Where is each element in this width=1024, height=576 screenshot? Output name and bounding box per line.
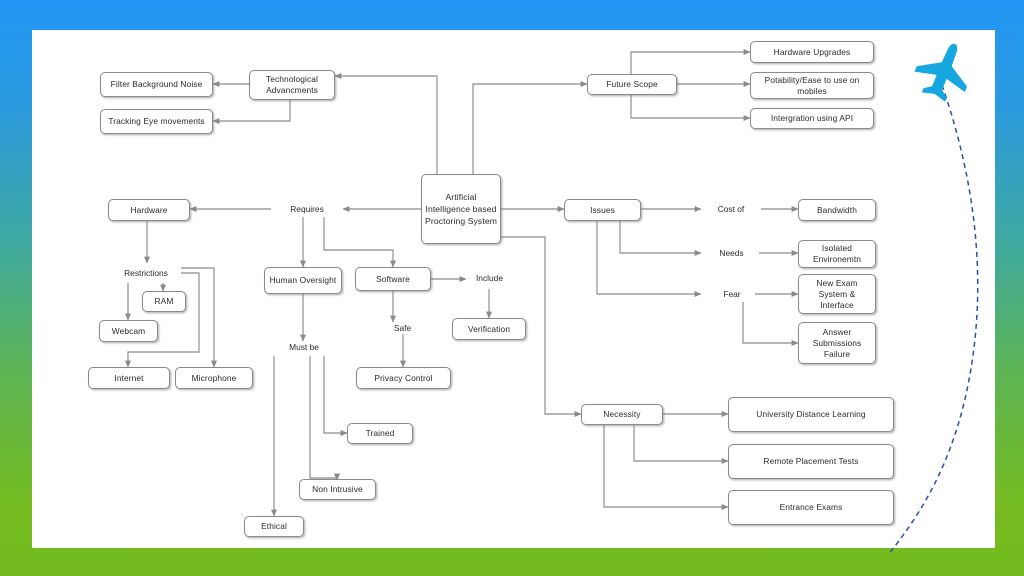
node-hardware-upgrades[interactable]: Hardware Upgrades: [750, 41, 874, 63]
node-center[interactable]: Artificial Intelligence based Proctoring…: [421, 174, 501, 244]
node-future-scope[interactable]: Future Scope: [587, 74, 677, 95]
edge-label-cost-of: Cost of: [717, 203, 745, 214]
node-potability-ease-to-use-on-mobiles[interactable]: Potability/Ease to use on mobiles: [750, 72, 874, 99]
node-privacy-control[interactable]: Privacy Control: [356, 367, 451, 389]
node-intergration-using-api[interactable]: Intergration using API: [750, 108, 874, 129]
node-issues[interactable]: Issues: [564, 199, 641, 221]
node-microphone[interactable]: Microphone: [175, 367, 253, 389]
airplane-trail: [887, 85, 979, 555]
edge-label-safe: Safe: [393, 322, 412, 333]
node-trained[interactable]: Trained: [347, 423, 413, 444]
node-ethical[interactable]: Ethical: [244, 516, 304, 537]
slide: Artificial Intelligence based Proctoring…: [0, 0, 1024, 576]
node-webcam[interactable]: Webcam: [99, 320, 158, 342]
edge-label-fear: Fear: [723, 288, 741, 299]
airplane-icon: [914, 43, 967, 102]
node-software[interactable]: Software: [355, 267, 431, 291]
node-ram[interactable]: RAM: [142, 291, 186, 312]
node-human-oversight[interactable]: Human Oversight: [264, 267, 342, 294]
edge-label-restrictions: Restrictions: [124, 267, 168, 278]
node-necessity[interactable]: Necessity: [581, 404, 663, 425]
node-non-intrusive[interactable]: Non Intrusive: [299, 479, 376, 500]
edge-label-include: Include: [475, 272, 503, 283]
node-internet[interactable]: Internet: [88, 367, 170, 389]
edge-label-requires: Requires: [290, 203, 324, 214]
node-tracking-eye-movements[interactable]: Tracking Eye movements: [100, 109, 213, 134]
node-verification[interactable]: Verification: [452, 318, 526, 340]
node-hardware[interactable]: Hardware: [108, 199, 190, 221]
node-filter-background-noise[interactable]: Filter Background Noise: [100, 72, 213, 97]
node-technological-advancments[interactable]: Technological Advancments: [249, 70, 335, 100]
edge-label-needs: Needs: [719, 247, 744, 258]
edge-label-must-be: Must be: [289, 341, 319, 352]
